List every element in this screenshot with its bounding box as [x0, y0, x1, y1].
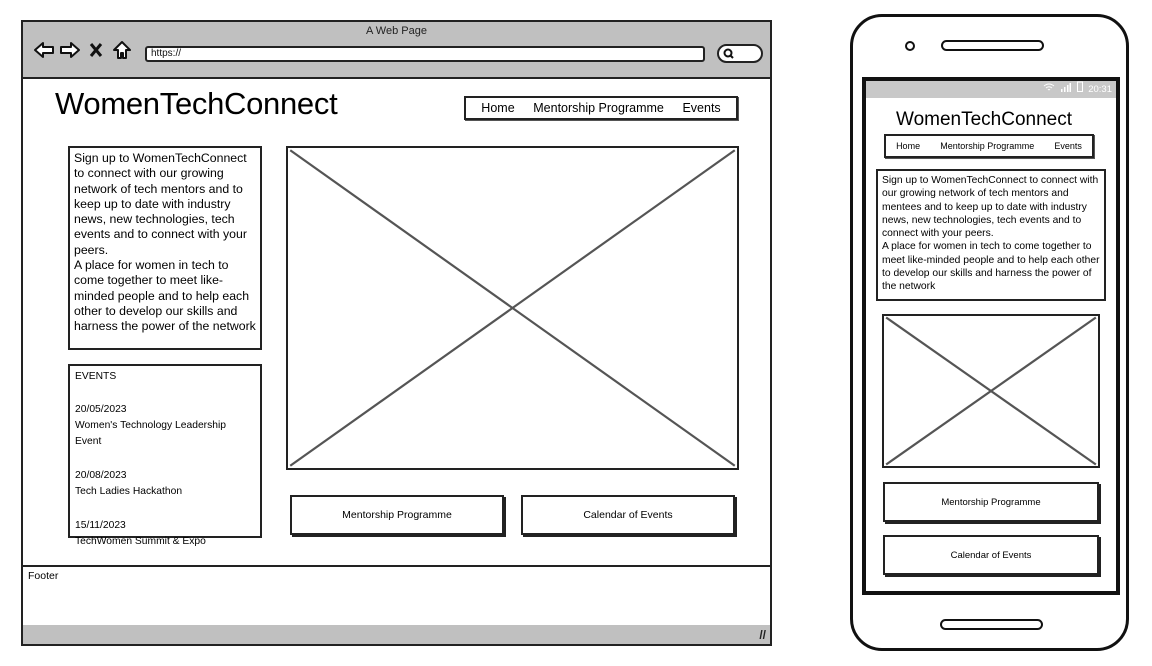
- mobile-site-logo[interactable]: WomenTechConnect: [896, 109, 1072, 131]
- mobile-nav-link-events[interactable]: Events: [1054, 141, 1082, 151]
- speaker-icon: [941, 40, 1044, 51]
- mobile-hero-image-placeholder: [882, 314, 1100, 468]
- clock-time: 20:31: [1088, 84, 1112, 95]
- close-x-icon[interactable]: [85, 39, 107, 61]
- browser-nav-buttons: [33, 39, 133, 61]
- mobile-nav-link-mentorship-programme[interactable]: Mentorship Programme: [940, 141, 1034, 151]
- event-title: Women's Technology Leadership Event: [75, 420, 226, 447]
- camera-icon: [905, 41, 915, 51]
- wifi-icon: [1043, 83, 1058, 95]
- image-placeholder-icon: [288, 148, 737, 468]
- nav-link-mentorship-programme[interactable]: Mentorship Programme: [533, 101, 664, 115]
- browser-status-bar: //: [23, 625, 770, 644]
- event-title: TechWomen Summit & Expo: [75, 536, 206, 547]
- browser-toolbar: A Web Page https://: [23, 22, 770, 79]
- intro-paragraph: A place for women in tech to come togeth…: [74, 258, 256, 334]
- nav-link-home[interactable]: Home: [481, 101, 514, 115]
- calendar-of-events-button[interactable]: Calendar of Events: [521, 495, 735, 535]
- back-arrow-icon[interactable]: [33, 39, 55, 61]
- image-placeholder-icon: [884, 316, 1098, 466]
- intro-text-box: Sign up to WomenTechConnect to connect w…: [68, 146, 262, 350]
- nav-link-events[interactable]: Events: [682, 101, 720, 115]
- event-date: 20/08/2023: [75, 470, 127, 481]
- window-title: A Web Page: [366, 25, 427, 37]
- hero-image-placeholder: [286, 146, 739, 470]
- mobile-mentorship-programme-button[interactable]: Mentorship Programme: [883, 482, 1099, 522]
- events-panel: EVENTS 20/05/2023 Women's Technology Lea…: [68, 364, 262, 547]
- footer: Footer: [23, 565, 770, 627]
- mobile-top-navigation: Home Mentorship Programme Events: [884, 134, 1094, 158]
- event-item[interactable]: 20/05/2023 Women's Technology Leadership…: [75, 402, 255, 450]
- mobile-phone-frame: 20:31 WomenTechConnect Home Mentorship P…: [850, 14, 1129, 651]
- event-item[interactable]: 15/11/2023 TechWomen Summit & Expo: [75, 518, 255, 550]
- mobile-status-bar: 20:31: [866, 81, 1116, 98]
- intro-paragraph: A place for women in tech to come togeth…: [882, 241, 1100, 293]
- mobile-screen: 20:31 WomenTechConnect Home Mentorship P…: [862, 77, 1120, 595]
- mobile-calendar-of-events-button[interactable]: Calendar of Events: [883, 535, 1099, 575]
- event-date: 15/11/2023: [75, 520, 126, 531]
- event-date: 20/05/2023: [75, 404, 127, 415]
- mobile-intro-text-box: Sign up to WomenTechConnect to connect w…: [876, 169, 1106, 301]
- footer-label: Footer: [28, 570, 59, 582]
- desktop-browser-window: A Web Page https:// WomenTechConnect Hom…: [21, 20, 772, 646]
- intro-paragraph: Sign up to WomenTechConnect to connect w…: [74, 151, 247, 257]
- event-title: Tech Ladies Hackathon: [75, 486, 183, 497]
- search-icon: [723, 48, 734, 59]
- mentorship-programme-button[interactable]: Mentorship Programme: [290, 495, 504, 535]
- event-item[interactable]: 20/08/2023 Tech Ladies Hackathon: [75, 468, 255, 500]
- mobile-nav-link-home[interactable]: Home: [896, 141, 920, 151]
- site-logo[interactable]: WomenTechConnect: [55, 86, 338, 122]
- search-button[interactable]: [717, 44, 763, 63]
- resize-grip-icon[interactable]: //: [759, 628, 766, 642]
- intro-paragraph: Sign up to WomenTechConnect to connect w…: [882, 175, 1099, 240]
- battery-icon: [1076, 81, 1086, 95]
- home-icon[interactable]: [111, 39, 133, 61]
- home-button-icon[interactable]: [940, 619, 1043, 630]
- events-heading: EVENTS: [75, 371, 117, 382]
- top-navigation: Home Mentorship Programme Events: [464, 96, 738, 120]
- signal-icon: [1060, 83, 1074, 95]
- forward-arrow-icon[interactable]: [59, 39, 81, 61]
- url-input[interactable]: https://: [145, 46, 705, 62]
